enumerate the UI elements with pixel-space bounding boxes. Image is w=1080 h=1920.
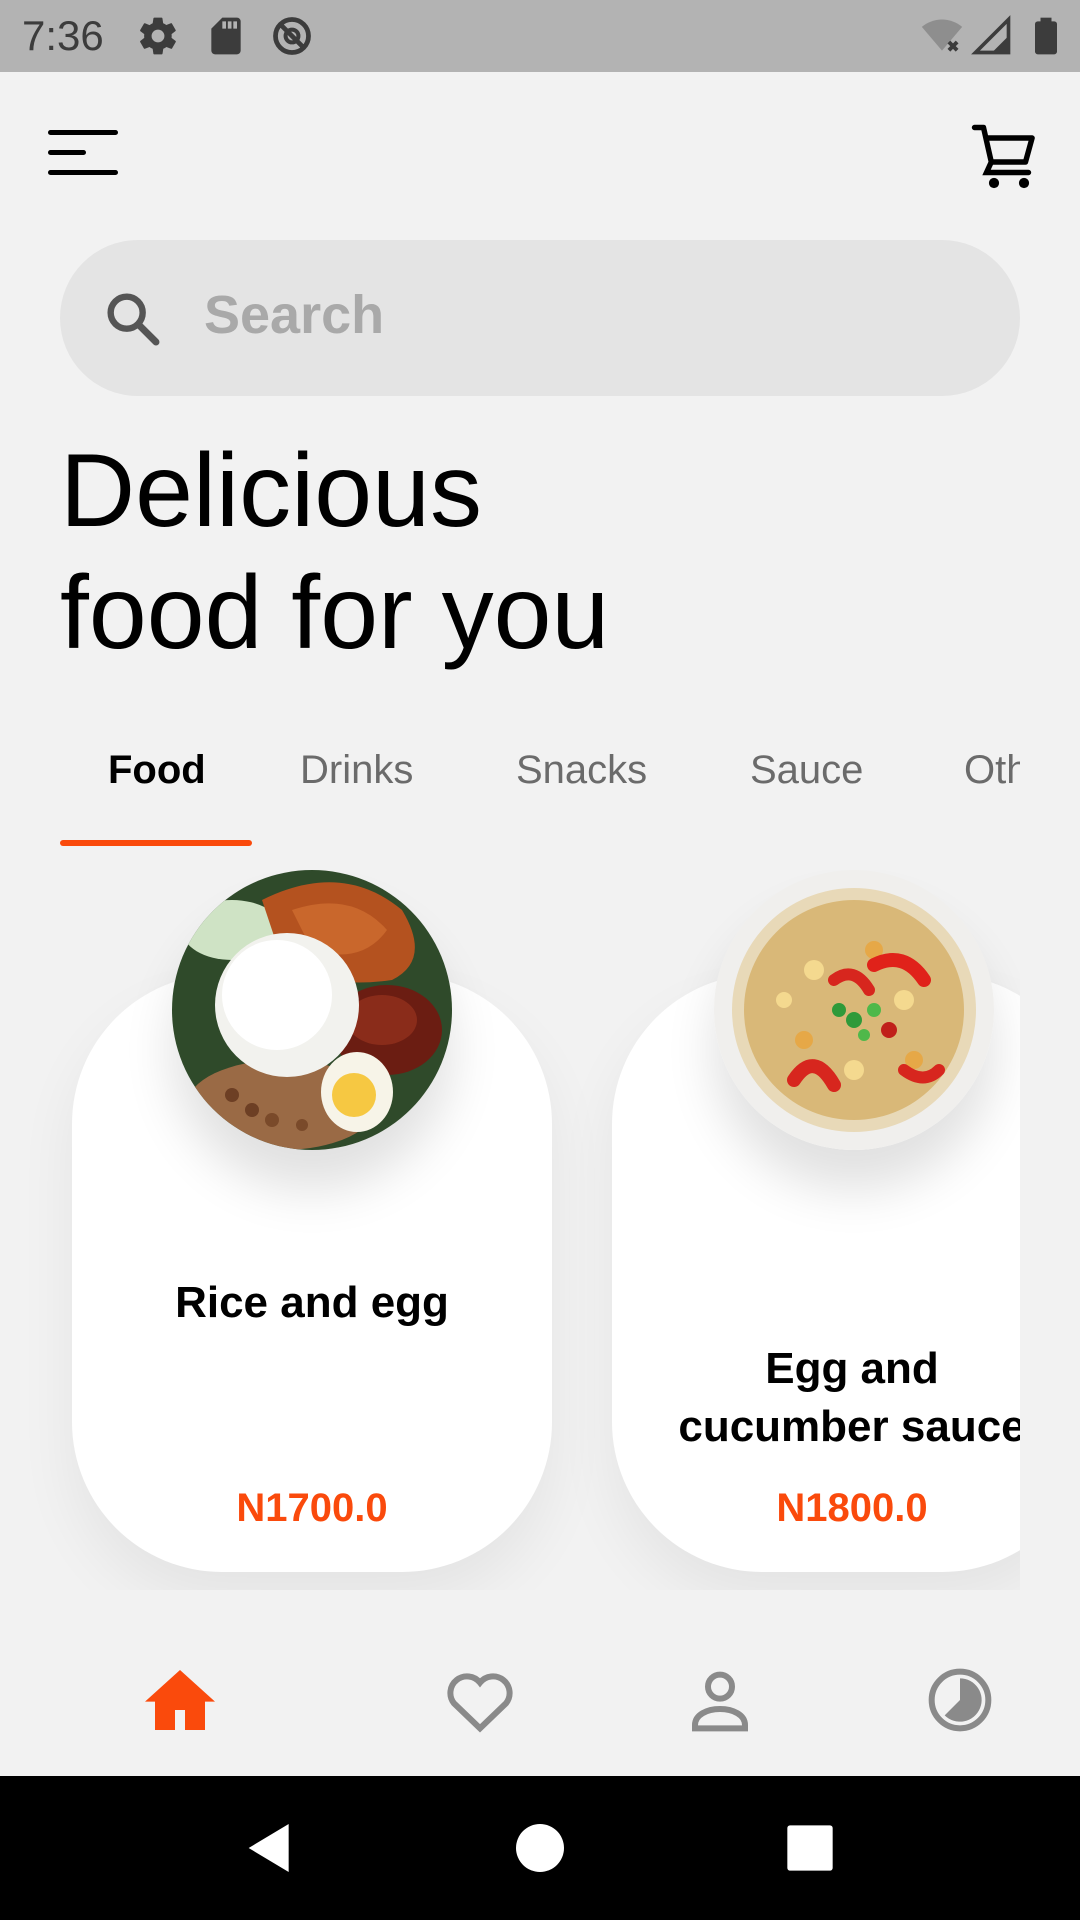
product-card[interactable]: Egg and cucumber sauce N1800.0: [612, 870, 1020, 1572]
tab-indicator: [60, 840, 252, 846]
menu-button[interactable]: [44, 126, 124, 190]
page-title: Delicious food for you: [60, 430, 609, 674]
do-not-disturb-icon: [273, 17, 311, 55]
status-time: 7:36: [22, 12, 104, 59]
nav-history[interactable]: [920, 1660, 1000, 1740]
tab-drinks[interactable]: Drinks: [300, 748, 413, 793]
product-name-line2: cucumber sauce: [678, 1402, 1020, 1451]
search-input[interactable]: Search: [204, 284, 384, 346]
history-icon: [928, 1668, 992, 1732]
product-name: Rice and egg: [175, 1278, 449, 1327]
tab-other[interactable]: Oth: [964, 748, 1020, 793]
page-title-line1: Delicious: [60, 433, 482, 549]
product-card[interactable]: Rice and egg N1700.0: [72, 870, 552, 1572]
gear-icon: [140, 17, 176, 55]
hamburger-menu-icon: [48, 130, 118, 175]
tab-sauce[interactable]: Sauce: [750, 748, 863, 793]
product-price: N1700.0: [236, 1486, 388, 1530]
system-nav-bar: [0, 1776, 1080, 1920]
page-title-line2: food for you: [60, 555, 610, 671]
battery-icon: [1035, 17, 1057, 55]
category-tabs: Food Drinks Snacks Sauce Oth: [0, 740, 1020, 850]
product-image: [714, 870, 994, 1150]
tab-snacks[interactable]: Snacks: [516, 748, 647, 793]
home-circle-icon[interactable]: [508, 1816, 572, 1880]
status-bar: 7:36: [0, 0, 1080, 72]
bottom-nav: [0, 1640, 1080, 1776]
signal-icon: [971, 15, 1011, 55]
product-name-line1: Egg and: [765, 1344, 939, 1393]
product-image: [172, 870, 452, 1150]
product-price: N1800.0: [776, 1486, 928, 1530]
product-list: Rice and egg N1700.0 Egg and cucumber sa…: [0, 870, 1020, 1590]
wifi-off-icon: [921, 19, 963, 52]
back-icon[interactable]: [238, 1816, 302, 1880]
tab-food[interactable]: Food: [108, 748, 206, 793]
cart-button[interactable]: [970, 120, 1042, 192]
nav-profile[interactable]: [680, 1660, 760, 1740]
search-icon: [107, 293, 160, 346]
home-icon: [145, 1670, 215, 1730]
cart-icon: [971, 124, 1035, 189]
heart-icon: [447, 1673, 513, 1733]
search-bar[interactable]: Search: [60, 240, 1020, 396]
recents-icon[interactable]: [778, 1816, 842, 1880]
nav-favorites[interactable]: [440, 1660, 520, 1740]
nav-home[interactable]: [140, 1660, 220, 1740]
screen: 7:36 Search Delicious food for you Food …: [0, 0, 1080, 1920]
profile-icon: [692, 1671, 748, 1732]
sd-card-icon: [211, 17, 241, 55]
